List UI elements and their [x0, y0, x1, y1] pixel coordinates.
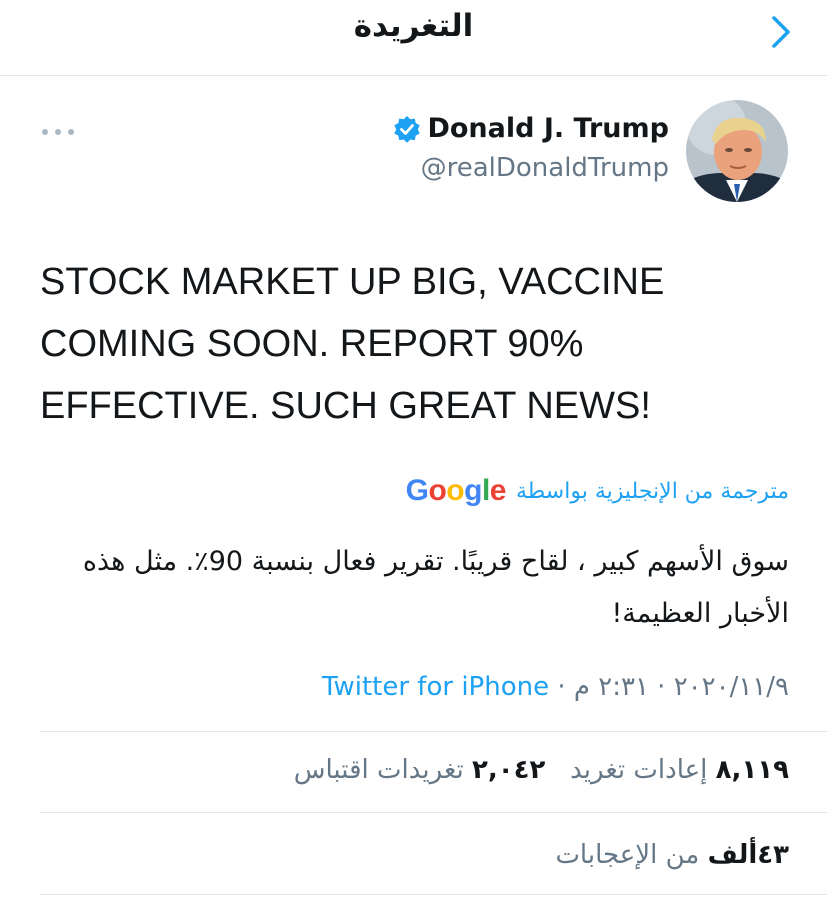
avatar-image	[686, 100, 788, 202]
google-logo-letter: l	[481, 474, 490, 507]
tweet-line: EFFECTIVE. SUCH GREAT NEWS!	[40, 385, 651, 427]
stats-divider-bottom	[40, 894, 827, 895]
google-logo-letter: o	[446, 474, 465, 507]
google-logo-letter: G	[405, 474, 429, 507]
quotes-label: تغريدات اقتباس	[293, 755, 464, 785]
meta-separator: ·	[648, 672, 674, 702]
author-handle[interactable]: @realDonaldTrump	[421, 153, 669, 183]
google-logo-letter: g	[464, 474, 482, 507]
translation-line: الأخبار العظيمة!	[611, 598, 789, 629]
tweet-line: STOCK MARKET UP BIG, VACCINE	[40, 261, 665, 303]
translation-line: سوق الأسهم كبير ، لقاح قريبًا. تقرير فعا…	[82, 546, 789, 577]
google-logo: Google	[405, 474, 507, 508]
tweet-date: ٢٠٢٠/١١/٩	[673, 672, 789, 702]
google-logo-letter: o	[428, 474, 447, 507]
retweets-label: إعادات تغريد	[570, 755, 708, 785]
stats-divider-top	[40, 731, 827, 732]
avatar[interactable]	[686, 100, 788, 202]
translated-by-label: مترجمة من الإنجليزية بواسطة	[515, 478, 789, 504]
google-logo-letter: e	[489, 474, 507, 507]
tweet-meta: ٢٠٢٠/١١/٩ · ٢:٣١ م · Twitter for iPhone	[322, 672, 789, 702]
author-name: Donald J. Trump	[427, 113, 669, 144]
retweets-count: ٨,١١٩	[715, 755, 789, 785]
translated-text: سوق الأسهم كبير ، لقاح قريبًا. تقرير فعا…	[29, 536, 789, 640]
likes-stat[interactable]: ٤٣ألف من الإعجابات	[555, 840, 789, 870]
quotes-count: ٢,٠٤٢	[472, 755, 546, 785]
stats-divider-middle	[40, 812, 827, 813]
tweet-time: ٢:٣١ م	[573, 672, 649, 702]
more-button[interactable]	[40, 124, 76, 140]
verified-badge-icon	[394, 115, 421, 143]
quotes-stat[interactable]: ٢,٠٤٢ تغريدات اقتباس	[294, 755, 546, 785]
back-button[interactable]	[762, 10, 802, 54]
likes-count: ٤٣ألف	[707, 840, 789, 870]
likes-label: من الإعجابات	[555, 840, 700, 870]
tweet-text: STOCK MARKET UP BIG, VACCINE COMING SOON…	[40, 251, 780, 437]
translated-by[interactable]: مترجمة من الإنجليزية بواسطة Google	[406, 474, 789, 508]
author-name-row[interactable]: Donald J. Trump	[393, 113, 669, 144]
nav-divider	[0, 75, 827, 76]
page-title: التغريدة	[353, 8, 474, 44]
retweets-stat[interactable]: ٨,١١٩ إعادات تغريد	[570, 755, 789, 785]
meta-separator: ·	[549, 672, 574, 702]
chevron-icon	[772, 16, 790, 48]
more-icon	[42, 129, 74, 135]
tweet-source[interactable]: Twitter for iPhone	[322, 672, 549, 702]
retweet-stats: ٨,١١٩ إعادات تغريد ٢,٠٤٢ تغريدات اقتباس	[294, 755, 789, 785]
tweet-line: COMING SOON. REPORT 90%	[40, 323, 584, 365]
